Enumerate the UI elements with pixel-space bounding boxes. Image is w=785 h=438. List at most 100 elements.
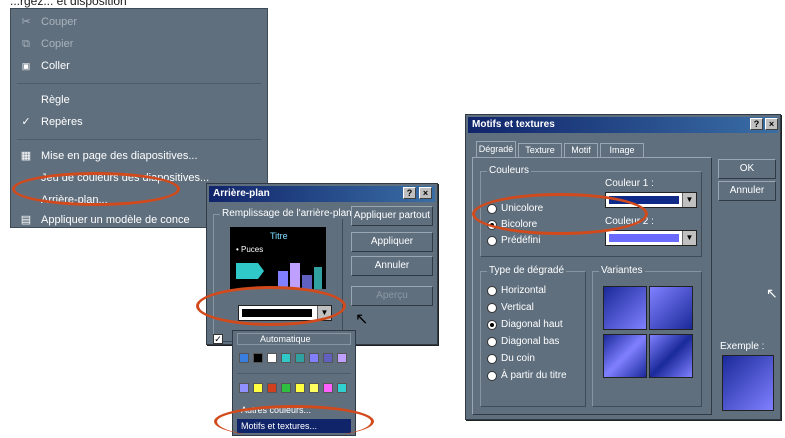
variant-3[interactable] — [603, 334, 647, 378]
close-button[interactable]: × — [419, 187, 432, 199]
radio-from-corner[interactable]: Du coin — [487, 352, 535, 366]
radio-label: Diagonal bas — [501, 336, 560, 347]
variants-group-label: Variantes — [599, 265, 645, 276]
cancel-button[interactable]: Annuler — [718, 181, 776, 201]
menu-item-label: Mise en page des diapositives... — [41, 150, 198, 162]
menu-item-copy[interactable]: ⧉ Copier — [11, 33, 267, 55]
omit-graphics-checkbox[interactable]: ✓ — [213, 334, 223, 344]
preview-chart — [236, 263, 322, 289]
color-swatch[interactable] — [239, 353, 249, 363]
radio-dot — [487, 286, 497, 296]
page-caption: ...rgez... et disposition — [10, 0, 127, 8]
highlight-oval — [196, 286, 346, 326]
radio-vertical[interactable]: Vertical — [487, 301, 534, 315]
preview-bullet: • Puces — [236, 245, 264, 254]
page-setup-icon: ▦ — [20, 150, 32, 162]
radio-dot — [487, 354, 497, 364]
check-icon: ✓ — [21, 116, 31, 128]
color-swatch[interactable] — [337, 353, 347, 363]
color-swatch[interactable] — [267, 353, 277, 363]
radio-dot — [487, 303, 497, 313]
tab-gradient[interactable]: Dégradé — [476, 141, 516, 157]
menu-item-label: Règle — [41, 94, 70, 106]
color-swatch[interactable] — [309, 383, 319, 393]
chevron-down-icon[interactable]: ▼ — [682, 231, 696, 245]
dialog-title: Motifs et textures — [468, 117, 778, 133]
tab-texture[interactable]: Texture — [518, 143, 562, 157]
menu-separator — [17, 83, 261, 84]
mouse-cursor-icon: ↖ — [766, 285, 778, 301]
highlight-oval — [214, 405, 374, 438]
menu-item-label: Couper — [41, 16, 78, 28]
radio-label: Vertical — [501, 302, 534, 313]
paste-icon: ▣ — [21, 61, 31, 71]
menu-item-ruler[interactable]: Règle — [11, 89, 267, 111]
variant-1[interactable] — [603, 286, 647, 330]
color-swatch[interactable] — [281, 383, 291, 393]
color-swatch[interactable] — [253, 353, 263, 363]
menu-item-label: Repères — [41, 116, 83, 128]
color1-label: Couleur 1 : — [605, 178, 654, 189]
template-icon: ▤ — [20, 214, 32, 226]
color-swatch[interactable] — [267, 383, 277, 393]
radio-preset[interactable]: Prédéfini — [487, 234, 540, 248]
variant-2[interactable] — [649, 286, 693, 330]
radio-dot — [487, 236, 497, 246]
tab-picture[interactable]: Image — [600, 143, 644, 157]
radio-dot — [487, 371, 497, 381]
variant-4[interactable] — [649, 334, 693, 378]
sample-preview — [722, 355, 774, 411]
menu-item-guides[interactable]: ✓ Repères — [11, 111, 267, 133]
copy-icon: ⧉ — [22, 38, 30, 50]
color-swatch[interactable] — [337, 383, 347, 393]
radio-diagonal-down[interactable]: Diagonal bas — [487, 335, 559, 349]
slide-preview: Titre • Puces — [230, 227, 326, 289]
color-swatch[interactable] — [323, 383, 333, 393]
color2-combo[interactable]: ▼ — [605, 230, 697, 246]
menu-item-cut[interactable]: ✂ Couper — [11, 11, 267, 33]
radio-label: Prédéfini — [501, 235, 541, 246]
radio-diagonal-up[interactable]: Diagonal haut — [487, 318, 563, 332]
menu-item-page-setup[interactable]: ▦ Mise en page des diapositives... — [11, 145, 267, 167]
automatic-option[interactable]: Automatique — [237, 333, 351, 345]
radio-dot — [487, 337, 497, 347]
preview-title: Titre — [270, 231, 288, 241]
fill-group-label: Remplissage de l'arrière-plan — [220, 208, 354, 219]
variants-group: Variantes — [592, 265, 702, 407]
help-button[interactable]: ? — [403, 187, 416, 199]
color-swatch[interactable] — [281, 353, 291, 363]
chevron-down-icon[interactable]: ▼ — [682, 193, 696, 207]
dropdown-separator — [237, 373, 351, 374]
scissors-icon: ✂ — [21, 16, 31, 28]
colors-group-label: Couleurs — [487, 165, 532, 176]
tab-pattern[interactable]: Motif — [564, 143, 598, 157]
color-swatch[interactable] — [239, 383, 249, 393]
color-swatch[interactable] — [253, 383, 263, 393]
apply-button[interactable]: Appliquer — [351, 232, 433, 252]
radio-from-title[interactable]: À partir du titre — [487, 369, 567, 383]
apply-all-button[interactable]: Appliquer partout — [351, 206, 433, 226]
dialog-title: Arrière-plan — [209, 186, 435, 202]
radio-horizontal[interactable]: Horizontal — [487, 284, 546, 298]
shading-group-label: Type de dégradé — [487, 265, 567, 276]
menu-item-label: Coller — [41, 60, 70, 72]
close-button[interactable]: × — [765, 118, 778, 130]
color2-swatch — [609, 234, 679, 242]
menu-separator — [17, 139, 261, 140]
menu-item-paste[interactable]: ▣ Coller — [11, 55, 267, 77]
radio-label: Diagonal haut — [501, 319, 563, 330]
cancel-button[interactable]: Annuler — [351, 256, 433, 276]
shading-group: Type de dégradé Horizontal Vertical Diag… — [480, 265, 586, 407]
color-swatch[interactable] — [309, 353, 319, 363]
preview-button[interactable]: Aperçu — [351, 286, 433, 306]
ok-button[interactable]: OK — [718, 159, 776, 179]
color-swatch[interactable] — [295, 383, 305, 393]
menu-item-label: Copier — [41, 38, 74, 50]
radio-label: À partir du titre — [501, 370, 567, 381]
help-button[interactable]: ? — [750, 118, 763, 130]
radio-dot — [487, 320, 497, 330]
color-swatch[interactable] — [295, 353, 305, 363]
color-swatch[interactable] — [323, 353, 333, 363]
radio-label: Du coin — [501, 353, 535, 364]
automatic-label: Automatique — [260, 334, 311, 344]
